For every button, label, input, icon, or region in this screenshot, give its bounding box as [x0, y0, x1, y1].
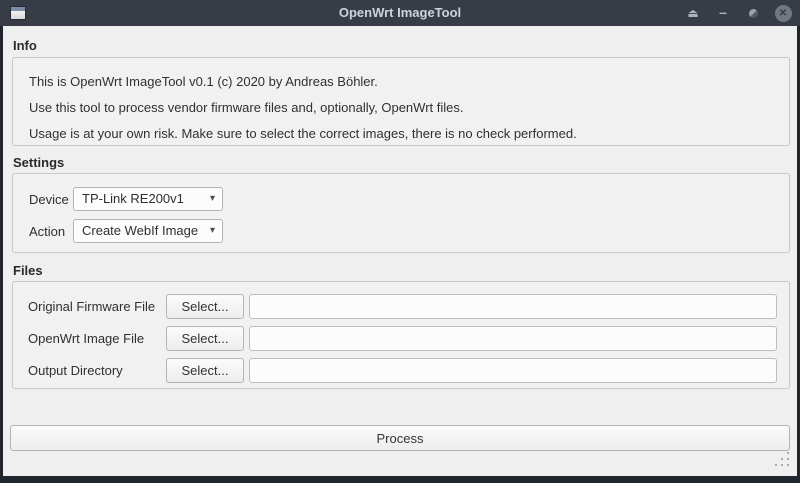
action-label: Action: [29, 219, 65, 244]
settings-groupbox: Device TP-Link RE200v1 ▾ Action Create W…: [12, 173, 790, 253]
output-directory-input[interactable]: [249, 358, 777, 383]
output-directory-select-button[interactable]: Select...: [166, 358, 244, 383]
settings-section-title: Settings: [13, 155, 64, 170]
openwrt-image-file-input[interactable]: [249, 326, 777, 351]
window-title: OpenWrt ImageTool: [0, 0, 800, 26]
files-groupbox: Original Firmware File Select... OpenWrt…: [12, 281, 790, 389]
info-groupbox: This is OpenWrt ImageTool v0.1 (c) 2020 …: [12, 57, 790, 146]
app-window: OpenWrt ImageTool ⏏ – ✕ Info This is Ope…: [0, 0, 800, 483]
minimize-icon: –: [719, 4, 727, 20]
device-combobox[interactable]: TP-Link RE200v1 ▾: [73, 187, 223, 211]
maximize-icon: [749, 9, 758, 18]
shade-icon: ⏏: [687, 7, 698, 19]
process-button[interactable]: Process: [10, 425, 790, 451]
info-line-1: This is OpenWrt ImageTool v0.1 (c) 2020 …: [29, 69, 773, 95]
files-section-title: Files: [13, 263, 43, 278]
minimize-button[interactable]: –: [714, 4, 732, 22]
info-line-2: Use this tool to process vendor firmware…: [29, 95, 773, 121]
output-directory-label: Output Directory: [28, 358, 123, 383]
openwrt-image-select-button[interactable]: Select...: [166, 326, 244, 351]
window-content: Info This is OpenWrt ImageTool v0.1 (c) …: [3, 26, 797, 476]
titlebar[interactable]: OpenWrt ImageTool ⏏ – ✕: [0, 0, 800, 26]
chevron-down-icon: ▾: [210, 220, 222, 242]
close-button[interactable]: ✕: [774, 4, 792, 22]
maximize-button[interactable]: [744, 4, 762, 22]
action-combobox[interactable]: Create WebIf Image ▾: [73, 219, 223, 243]
info-section-title: Info: [13, 38, 37, 53]
action-combobox-value: Create WebIf Image: [82, 220, 210, 242]
titlebar-buttons: ⏏ – ✕: [684, 0, 792, 26]
original-firmware-file-label: Original Firmware File: [28, 294, 155, 319]
original-firmware-select-button[interactable]: Select...: [166, 294, 244, 319]
info-line-3: Usage is at your own risk. Make sure to …: [29, 121, 773, 147]
device-combobox-value: TP-Link RE200v1: [82, 188, 210, 210]
chevron-down-icon: ▾: [210, 188, 222, 210]
device-label: Device: [29, 187, 69, 212]
original-firmware-file-input[interactable]: [249, 294, 777, 319]
close-icon: ✕: [775, 5, 792, 22]
resize-grip[interactable]: [787, 452, 789, 454]
openwrt-image-file-label: OpenWrt Image File: [28, 326, 144, 351]
shade-button[interactable]: ⏏: [684, 4, 702, 22]
